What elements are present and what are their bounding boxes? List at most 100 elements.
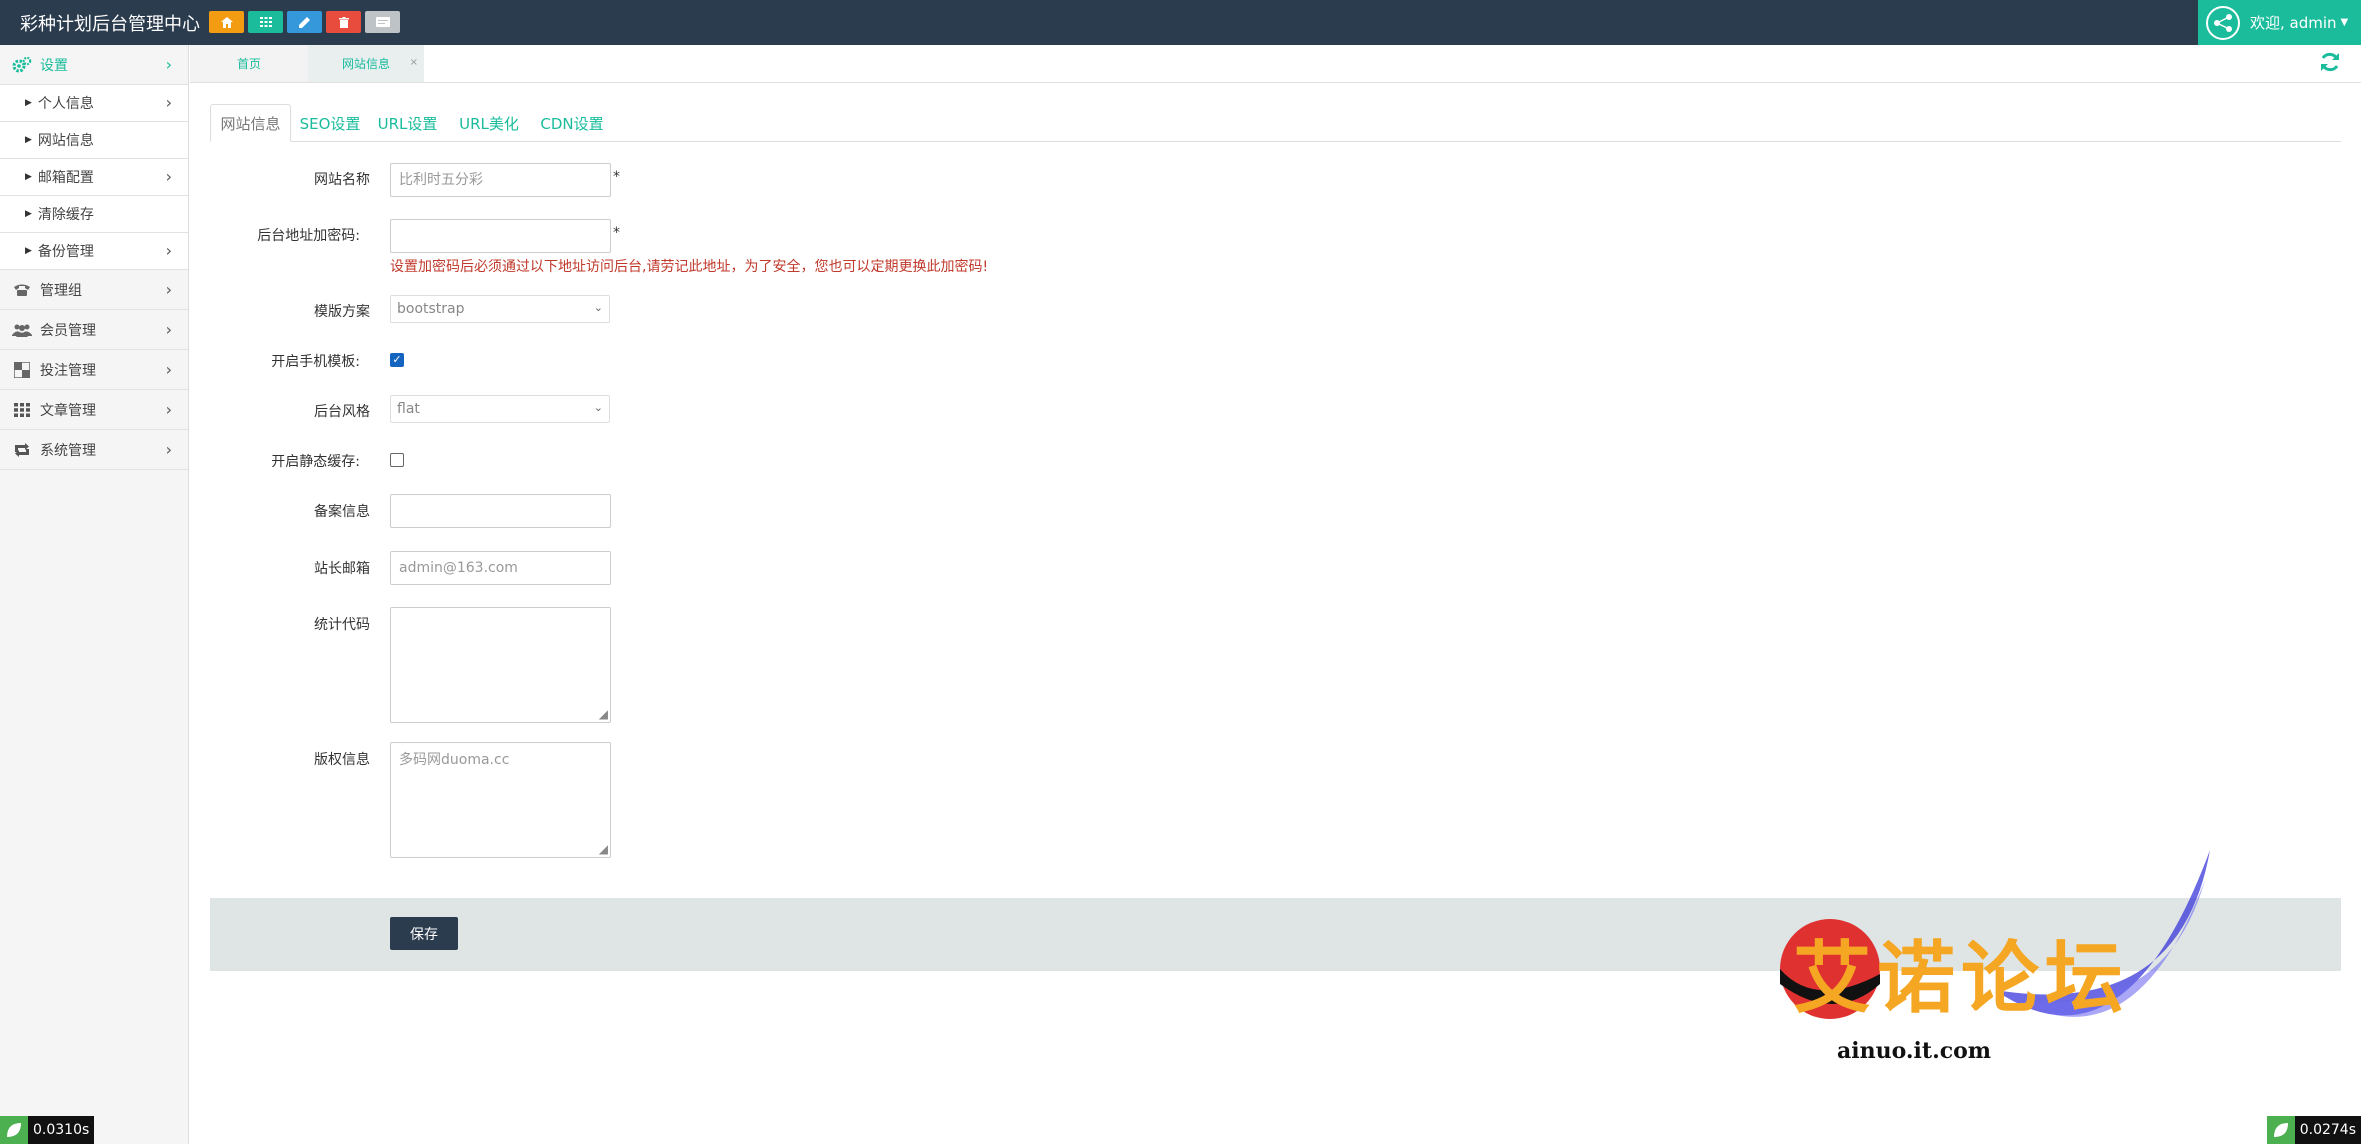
grid-icon xyxy=(12,402,32,417)
tab-label: 网站信息 xyxy=(220,114,281,133)
copyright-label: 版权信息 xyxy=(314,752,370,768)
refresh-button[interactable] xyxy=(2319,51,2341,79)
sidebar-item-articles[interactable]: 文章管理 › xyxy=(0,390,188,430)
page-tab-site-info[interactable]: 网站信息 × xyxy=(308,45,424,82)
triangle-right-icon: ▶ xyxy=(25,246,32,256)
triangle-right-icon: ▶ xyxy=(25,172,32,182)
stats-code-textarea[interactable]: ◢ xyxy=(390,607,611,723)
sidebar-item-members[interactable]: 会员管理 › xyxy=(0,310,188,350)
sidebar-item-label: 会员管理 xyxy=(40,322,96,339)
tab-cdn[interactable]: CDN设置 xyxy=(532,104,612,142)
sidebar-subitem-label: 清除缓存 xyxy=(37,207,94,223)
card-icon xyxy=(375,17,390,27)
password-warning: 设置加密码后必须通过以下地址访问后台,请劳记此地址，为了安全，您也可以定期更换此… xyxy=(390,259,989,275)
tab-label: URL设置 xyxy=(377,114,438,133)
admin-password-label: 后台地址加密码: xyxy=(257,228,360,244)
icp-input[interactable] xyxy=(390,494,611,528)
static-cache-label: 开启静态缓存: xyxy=(271,454,360,470)
site-name-label: 网站名称 xyxy=(314,172,370,188)
sidebar-item-label: 投注管理 xyxy=(40,362,96,379)
timer-value: 0.0310s xyxy=(33,1122,90,1138)
home-button[interactable] xyxy=(209,11,244,33)
chevron-right-icon: › xyxy=(165,320,172,339)
timer-value: 0.0274s xyxy=(2299,1122,2356,1138)
home-icon xyxy=(220,16,233,28)
sidebar-item-settings[interactable]: 设置 › xyxy=(0,45,188,85)
edit-button[interactable] xyxy=(287,11,322,33)
trash-icon xyxy=(338,16,349,28)
retweet-icon xyxy=(12,442,32,457)
watermark: 艾诺论坛 ainuo.it.com xyxy=(1775,850,2255,1100)
tab-label: CDN设置 xyxy=(540,114,604,133)
admin-style-selected: flat xyxy=(397,401,420,417)
timer-left: 0.0310s xyxy=(0,1116,95,1144)
resize-grip-icon[interactable]: ◢ xyxy=(599,707,608,721)
checker-icon xyxy=(12,361,32,378)
close-icon[interactable]: × xyxy=(410,57,418,68)
template-label: 模版方案 xyxy=(314,304,370,320)
page-tab-bar: 首页 网站信息 × xyxy=(190,45,2361,83)
gears-icon xyxy=(12,56,32,73)
sidebar-subitem-profile[interactable]: ▶ 个人信息 › xyxy=(0,85,188,122)
triangle-right-icon: ▶ xyxy=(25,135,32,145)
watermark-title: 艾诺论坛 xyxy=(1793,934,2130,1024)
tab-label: SEO设置 xyxy=(299,114,361,133)
page-tab-home[interactable]: 首页 xyxy=(190,45,308,82)
sidebar-subitem-site-info[interactable]: ▶ 网站信息 xyxy=(0,122,188,159)
delete-button[interactable] xyxy=(326,11,361,33)
template-select[interactable]: bootstrap ⌄ xyxy=(390,295,610,323)
tab-seo[interactable]: SEO设置 xyxy=(295,104,365,142)
refresh-icon xyxy=(2321,52,2339,72)
copyright-textarea[interactable]: 多码网duoma.cc ◢ xyxy=(390,742,611,858)
chevron-right-icon: › xyxy=(165,55,172,74)
admin-password-input[interactable] xyxy=(390,219,611,253)
settings-tabs: 网站信息 SEO设置 URL设置 URL美化 CDN设置 xyxy=(210,104,2341,142)
chevron-down-icon: ⌄ xyxy=(593,301,603,314)
sidebar-item-admin-group[interactable]: 管理组 › xyxy=(0,270,188,310)
top-bar: 彩种计划后台管理中心 欢迎, admin ▼ xyxy=(0,0,2361,45)
mobile-template-checkbox[interactable]: ✓ xyxy=(390,353,404,367)
sidebar-item-label: 管理组 xyxy=(40,282,82,299)
tab-url-rewrite[interactable]: URL美化 xyxy=(450,104,528,142)
sidebar-subitem-mail-config[interactable]: ▶ 邮箱配置 › xyxy=(0,159,188,196)
watermark-url: ainuo.it.com xyxy=(1837,1038,1992,1064)
icp-label: 备案信息 xyxy=(314,504,370,520)
pencil-icon xyxy=(299,16,310,28)
required-mark: * xyxy=(613,225,620,241)
card-button[interactable] xyxy=(365,11,400,33)
tab-label: URL美化 xyxy=(459,114,519,133)
triangle-right-icon: ▶ xyxy=(25,98,32,108)
mobile-template-label: 开启手机模板: xyxy=(271,354,360,370)
share-icon xyxy=(2214,13,2232,32)
tab-site-info[interactable]: 网站信息 xyxy=(210,104,291,142)
app-title: 彩种计划后台管理中心 xyxy=(20,14,200,35)
admin-style-label: 后台风格 xyxy=(314,404,370,420)
email-input[interactable]: admin@163.com xyxy=(390,551,611,585)
triangle-right-icon: ▶ xyxy=(25,209,32,219)
site-name-input[interactable]: 比利时五分彩 xyxy=(390,163,611,197)
save-button[interactable]: 保存 xyxy=(390,917,458,950)
caret-down-icon: ▼ xyxy=(2340,17,2349,28)
chevron-right-icon: › xyxy=(165,280,172,299)
timer-right: 0.0274s xyxy=(2266,1116,2361,1144)
static-cache-checkbox[interactable] xyxy=(390,453,404,467)
sidebar: 设置 › ▶ 个人信息 › ▶ 网站信息 ▶ 邮箱配置 › ▶ 清除缓存 ▶ 备… xyxy=(0,45,189,1144)
user-menu[interactable]: 欢迎, admin ▼ xyxy=(2198,0,2361,45)
avatar xyxy=(2206,5,2240,40)
required-mark: * xyxy=(613,169,620,185)
leaf-icon xyxy=(2266,1116,2295,1144)
admin-style-select[interactable]: flat ⌄ xyxy=(390,395,610,423)
stats-code-label: 统计代码 xyxy=(314,617,370,633)
chevron-right-icon: › xyxy=(165,93,172,112)
sidebar-item-label: 系统管理 xyxy=(40,442,96,459)
grid-icon xyxy=(259,17,272,27)
sidebar-item-label: 设置 xyxy=(40,57,68,74)
grid-button[interactable] xyxy=(248,11,283,33)
template-selected: bootstrap xyxy=(397,301,465,317)
sidebar-subitem-label: 备份管理 xyxy=(37,244,94,260)
tab-url[interactable]: URL设置 xyxy=(370,104,445,142)
toolbar xyxy=(209,11,400,33)
page-tab-label: 首页 xyxy=(236,57,261,71)
sidebar-item-label: 文章管理 xyxy=(40,402,96,419)
resize-grip-icon[interactable]: ◢ xyxy=(599,842,608,856)
